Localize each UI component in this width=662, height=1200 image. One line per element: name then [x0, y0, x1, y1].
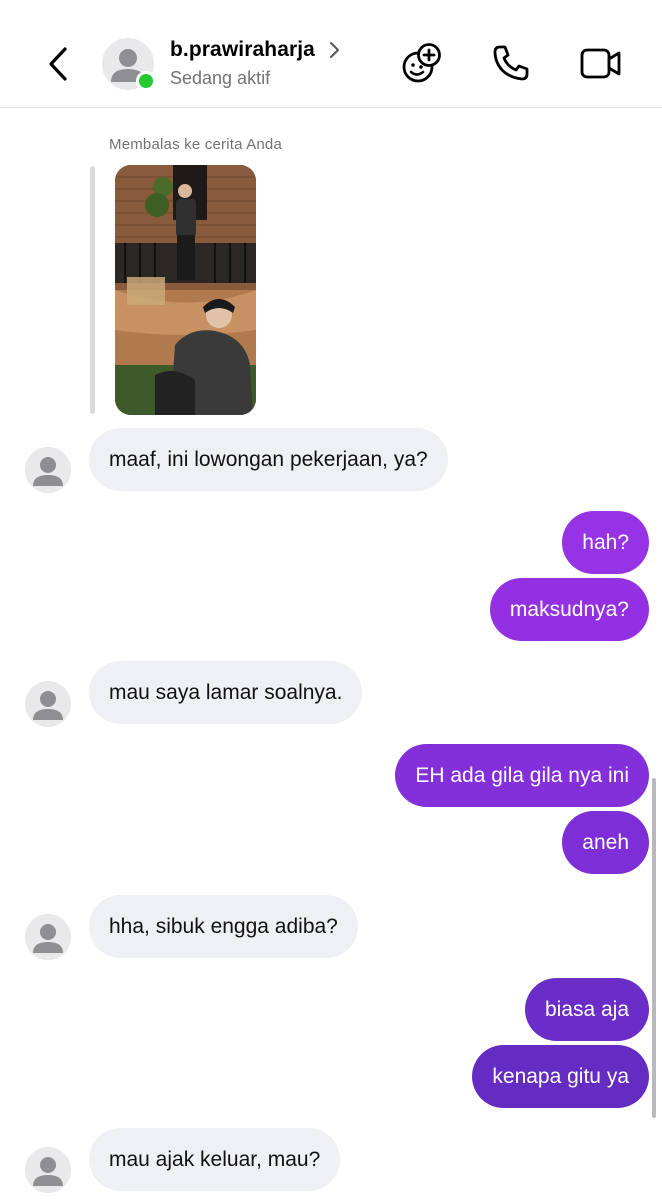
sender-avatar[interactable] [25, 681, 71, 727]
phone-icon [493, 45, 529, 81]
voice-call-button[interactable] [488, 40, 534, 86]
chat-header: b.prawiraharja Sedang aktif [0, 0, 662, 108]
message-bubble-outgoing[interactable]: EH ada gila gila nya ini [395, 744, 649, 807]
contact-username: b.prawiraharja [170, 38, 315, 61]
add-effect-icon [402, 43, 441, 83]
scrollbar[interactable] [652, 778, 656, 1118]
sender-avatar[interactable] [25, 914, 71, 960]
story-thumbnail[interactable] [115, 165, 256, 415]
add-effect-button[interactable] [399, 40, 445, 86]
default-avatar-icon [25, 914, 71, 960]
message-bubble-outgoing[interactable]: aneh [562, 811, 649, 874]
story-reply-bar [90, 166, 95, 414]
contact-name-link[interactable]: b.prawiraharja [170, 38, 341, 62]
back-button[interactable] [38, 40, 78, 88]
message-bubble-outgoing[interactable]: maksudnya? [489, 578, 649, 641]
message-bubble-outgoing[interactable]: kenapa gitu ya [472, 1045, 649, 1108]
online-status-dot [136, 71, 156, 91]
story-photo-image [115, 165, 256, 415]
default-avatar-icon [25, 681, 71, 727]
sender-avatar[interactable] [25, 1147, 71, 1193]
contact-status: Sedang aktif [170, 68, 271, 88]
message-bubble-outgoing[interactable]: hah? [562, 511, 649, 574]
back-arrow-icon [49, 47, 67, 81]
video-call-button[interactable] [578, 40, 624, 86]
chevron-right-icon [329, 42, 339, 58]
message-bubble-incoming[interactable]: hha, sibuk engga adiba? [89, 895, 358, 958]
story-reply-label: Membalas ke cerita Anda [109, 136, 283, 153]
message-bubble-outgoing[interactable]: biasa aja [524, 978, 649, 1041]
sender-avatar[interactable] [25, 447, 71, 493]
video-call-icon [580, 48, 621, 79]
message-bubble-incoming[interactable]: maaf, ini lowongan pekerjaan, ya? [89, 428, 448, 491]
default-avatar-icon [25, 1147, 71, 1193]
message-bubble-incoming[interactable]: mau saya lamar soalnya. [89, 661, 363, 724]
message-bubble-incoming[interactable]: mau ajak keluar, mau? [89, 1128, 341, 1191]
default-avatar-icon [25, 447, 71, 493]
